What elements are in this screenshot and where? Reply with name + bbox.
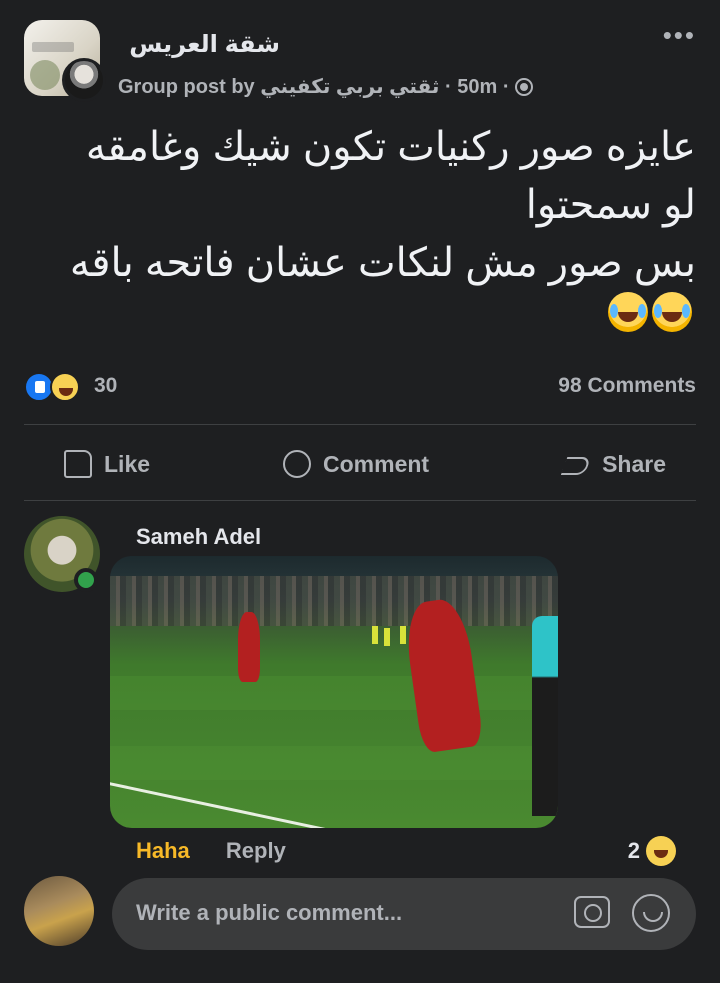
group-avatar-plant-graphic xyxy=(30,60,60,90)
comment-reaction-summary[interactable]: 2 xyxy=(628,836,676,866)
comment-input[interactable]: Write a public comment... xyxy=(112,878,696,950)
comment-placeholder: Write a public comment... xyxy=(136,900,403,925)
comment-actions: Haha Reply xyxy=(136,838,286,864)
tears-of-joy-emoji-icon xyxy=(608,292,648,332)
comment-button[interactable]: Comment xyxy=(283,450,429,478)
current-user-avatar[interactable] xyxy=(24,876,94,946)
reaction-count[interactable]: 30 xyxy=(94,374,117,398)
more-options-icon[interactable]: ••• xyxy=(663,22,696,48)
tears-of-joy-emoji-icon xyxy=(652,292,692,332)
pitch-stripe-graphic xyxy=(110,676,558,710)
stadium-crowd-graphic xyxy=(110,576,558,626)
group-post-by-label: Group post by xyxy=(118,76,255,98)
divider xyxy=(24,500,696,501)
like-button[interactable]: Like xyxy=(64,450,150,478)
post-author[interactable]: ثقتي بربي تكفيني xyxy=(260,76,439,98)
thumbs-up-icon xyxy=(64,450,92,478)
divider xyxy=(24,424,696,425)
like-label: Like xyxy=(104,450,151,477)
post-text-line: بس صور مش لنكات عشان فاتحه باقه xyxy=(69,241,696,285)
player-figure xyxy=(238,612,260,682)
player-figure xyxy=(384,628,390,646)
comment-label: Comment xyxy=(323,450,430,477)
pitch-stripe-graphic xyxy=(110,746,558,780)
group-name[interactable]: شقة العريس xyxy=(129,30,280,59)
globe-icon xyxy=(515,78,534,96)
group-avatar-label-graphic xyxy=(32,42,74,52)
player-figure xyxy=(372,626,378,644)
commenter-name[interactable]: Sameh Adel xyxy=(136,524,261,550)
camera-icon[interactable] xyxy=(574,896,610,928)
comment-bubble-icon xyxy=(283,450,312,478)
touchline-graphic xyxy=(110,778,443,828)
haha-reaction-icon[interactable] xyxy=(50,372,80,402)
post-time[interactable]: · 50m · xyxy=(445,76,509,98)
share-label: Share xyxy=(602,450,666,477)
post-body: عايزه صور ركنيات تكون شيك وغامقه لو سمحت… xyxy=(16,118,696,292)
referee-figure xyxy=(532,616,558,816)
share-arrow-icon xyxy=(562,450,590,478)
post-actions-bar: Like Comment Share xyxy=(24,430,696,498)
post-stats: 30 98 Comments xyxy=(24,368,696,408)
player-figure xyxy=(400,626,406,644)
comment-reaction-count: 2 xyxy=(627,838,640,863)
comment-reply-button[interactable]: Reply xyxy=(226,838,286,863)
comment-gif-image[interactable] xyxy=(110,556,558,828)
post-emoji-row xyxy=(608,292,692,332)
author-avatar[interactable] xyxy=(62,58,106,102)
comment-haha-button[interactable]: Haha xyxy=(136,838,190,863)
online-status-icon xyxy=(74,568,98,592)
emoji-icon[interactable] xyxy=(632,894,670,932)
share-button[interactable]: Share xyxy=(562,450,666,478)
post-text-line: لو سمحتوا xyxy=(525,183,696,227)
haha-reaction-icon xyxy=(646,836,676,866)
post-header: شقة العريس Group post by ثقتي بربي تكفين… xyxy=(0,0,720,110)
post-meta: Group post by ثقتي بربي تكفيني · 50m · xyxy=(118,74,534,99)
comments-count[interactable]: 98 Comments xyxy=(558,374,696,398)
post-text-line: عايزه صور ركنيات تكون شيك وغامقه xyxy=(85,125,696,169)
